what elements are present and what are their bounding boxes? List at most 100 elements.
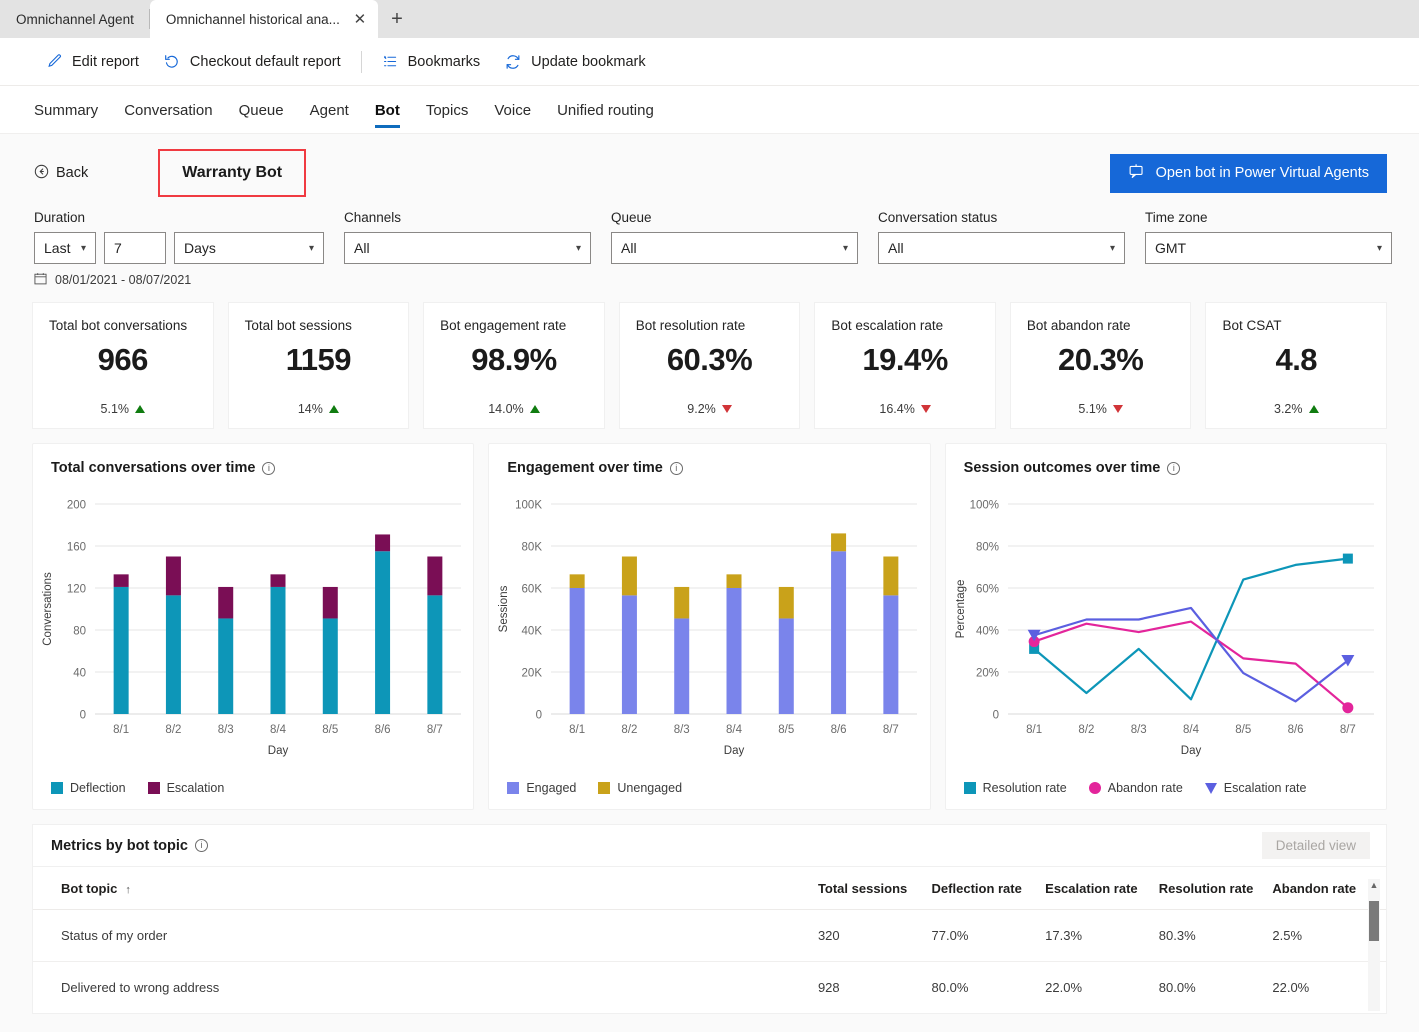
tab-queue[interactable]: Queue bbox=[239, 90, 284, 130]
update-bookmark-button[interactable]: Update bookmark bbox=[492, 47, 657, 77]
column-header-escalation-rate[interactable]: Escalation rate bbox=[1045, 867, 1159, 910]
open-bot-in-power-virtual-agents-button[interactable]: Open bot in Power Virtual Agents bbox=[1109, 153, 1387, 193]
chart-session-outcomes-over-time: Session outcomes over time i 0 20% 40% 60% 8… bbox=[944, 443, 1387, 810]
column-header-total-sessions[interactable]: Total sessions bbox=[817, 867, 932, 910]
chart-row: Total conversations over time i 0 40 80 120… bbox=[0, 429, 1419, 810]
chevron-up-icon[interactable]: ▲ bbox=[1368, 880, 1380, 890]
kpi-title: Bot resolution rate bbox=[635, 318, 746, 333]
svg-text:8/1: 8/1 bbox=[1026, 724, 1042, 736]
plus-icon[interactable]: + bbox=[378, 0, 416, 38]
chart-title: Session outcomes over time i bbox=[964, 460, 1368, 476]
channels-select[interactable]: All ▾ bbox=[344, 232, 591, 264]
svg-text:8/1: 8/1 bbox=[569, 724, 585, 736]
column-label: Bot topic bbox=[61, 881, 118, 896]
column-header-resolution-rate[interactable]: Resolution rate bbox=[1158, 867, 1273, 910]
chat-bot-icon bbox=[1128, 163, 1145, 184]
kpi-title: Bot engagement rate bbox=[440, 318, 567, 333]
time-zone-select[interactable]: GMT ▾ bbox=[1145, 232, 1392, 264]
pencil-icon bbox=[46, 53, 63, 70]
time-zone-value: GMT bbox=[1155, 240, 1187, 256]
legend-swatch bbox=[1204, 782, 1217, 794]
chevron-down-icon: ▾ bbox=[842, 242, 848, 254]
legend-item-escalation[interactable]: Escalation bbox=[147, 781, 225, 795]
browser-tab-historical-analytics[interactable]: Omnichannel historical ana... ✕ bbox=[149, 0, 378, 38]
tab-voice[interactable]: Voice bbox=[494, 90, 531, 130]
page-header-row: Back Warranty Bot Open bot in Power Virt… bbox=[0, 134, 1419, 197]
table-vertical-scrollbar[interactable]: ▲ bbox=[1368, 879, 1380, 1011]
tab-bot[interactable]: Bot bbox=[374, 90, 400, 130]
page-title: Warranty Bot bbox=[182, 164, 283, 181]
edit-report-button[interactable]: Edit report bbox=[34, 47, 151, 76]
svg-text:8/3: 8/3 bbox=[674, 724, 690, 736]
scrollbar-thumb[interactable] bbox=[1369, 901, 1379, 941]
checkout-default-report-button[interactable]: Checkout default report bbox=[151, 47, 353, 77]
kpi-delta: 14% bbox=[298, 402, 339, 416]
legend-label: Escalation bbox=[166, 781, 225, 795]
info-icon[interactable]: i bbox=[194, 839, 208, 852]
legend-swatch bbox=[963, 782, 976, 794]
svg-text:8/5: 8/5 bbox=[1235, 724, 1251, 736]
info-icon[interactable]: i bbox=[1167, 461, 1181, 475]
sort-ascending-icon: ↑ bbox=[125, 884, 131, 896]
duration-operator-value: Last bbox=[44, 240, 71, 256]
legend-label: Resolution rate bbox=[982, 781, 1067, 795]
column-header-bot-topic[interactable]: Bot topic ↑ bbox=[33, 867, 818, 910]
bookmarks-button[interactable]: Bookmarks bbox=[370, 47, 493, 76]
svg-text:20K: 20K bbox=[522, 668, 543, 680]
table-row[interactable]: Status of my order 320 77.0% 17.3% 80.3%… bbox=[33, 909, 1386, 962]
cell-deflection-rate: 80.0% bbox=[931, 961, 1046, 1013]
kpi-delta: 14.0% bbox=[488, 402, 540, 416]
svg-text:Conversations: Conversations bbox=[42, 572, 54, 646]
chart-title-text: Total conversations over time bbox=[51, 460, 256, 476]
tab-unified-routing[interactable]: Unified routing bbox=[557, 90, 654, 130]
svg-text:8/6: 8/6 bbox=[375, 724, 391, 736]
legend-item-resolution-rate[interactable]: Resolution rate bbox=[963, 781, 1067, 795]
conversation-status-select[interactable]: All ▾ bbox=[878, 232, 1125, 264]
svg-text:Day: Day bbox=[268, 745, 289, 757]
chevron-down-icon: ▾ bbox=[1109, 242, 1115, 254]
table-row[interactable]: Delivered to wrong address 928 80.0% 22.… bbox=[33, 961, 1386, 1013]
detailed-view-button[interactable]: Detailed view bbox=[1261, 832, 1370, 859]
time-zone-filter-group: Time zone GMT ▾ bbox=[1145, 210, 1392, 264]
back-link[interactable]: Back bbox=[34, 164, 88, 183]
queue-select[interactable]: All ▾ bbox=[611, 232, 858, 264]
duration-unit-select[interactable]: Days ▾ bbox=[174, 232, 324, 264]
info-icon[interactable]: i bbox=[262, 461, 276, 475]
tab-agent[interactable]: Agent bbox=[310, 90, 349, 130]
back-circle-icon bbox=[34, 164, 49, 183]
legend-item-escalation-rate[interactable]: Escalation rate bbox=[1204, 781, 1306, 795]
table-header-row: Bot topic ↑ Total sessions Deflection rat… bbox=[33, 867, 1386, 910]
tab-conversation[interactable]: Conversation bbox=[124, 90, 212, 130]
duration-amount-input[interactable]: 7 bbox=[104, 232, 166, 264]
svg-text:60K: 60K bbox=[522, 584, 543, 596]
legend-item-engaged[interactable]: Engaged bbox=[507, 781, 576, 795]
duration-unit-value: Days bbox=[184, 240, 216, 256]
report-nav-tabs: Summary Conversation Queue Agent Bot Top… bbox=[0, 86, 1419, 134]
column-header-deflection-rate[interactable]: Deflection rate bbox=[931, 867, 1046, 910]
legend-item-deflection[interactable]: Deflection bbox=[51, 781, 126, 795]
svg-text:8/5: 8/5 bbox=[322, 724, 338, 736]
metrics-table: Bot topic ↑ Total sessions Deflection rat… bbox=[33, 867, 1386, 1013]
kpi-value: 4.8 bbox=[1275, 342, 1318, 377]
chart-plot-area: 0 40 80 120 160 200 8/1 8/2 8/3 8/4 8/5 8/6 8/7 Day Co… bbox=[33, 486, 473, 768]
info-icon[interactable]: i bbox=[669, 461, 683, 475]
svg-text:80: 80 bbox=[73, 626, 86, 638]
tab-summary[interactable]: Summary bbox=[34, 90, 98, 130]
close-icon[interactable]: ✕ bbox=[350, 9, 370, 29]
tab-topics[interactable]: Topics bbox=[426, 90, 469, 130]
svg-text:8/3: 8/3 bbox=[218, 724, 234, 736]
legend-swatch bbox=[1088, 782, 1101, 794]
svg-text:200: 200 bbox=[67, 500, 86, 512]
kpi-title: Bot escalation rate bbox=[831, 318, 944, 333]
legend-item-unengaged[interactable]: Unengaged bbox=[598, 781, 682, 795]
browser-tab-omnichannel-agent[interactable]: Omnichannel Agent bbox=[0, 0, 150, 38]
kpi-delta: 5.1% bbox=[101, 402, 146, 416]
svg-text:8/6: 8/6 bbox=[831, 724, 847, 736]
kpi-title: Total bot sessions bbox=[244, 318, 352, 333]
legend-label: Engaged bbox=[526, 781, 577, 795]
table-title: Metrics by bot topic i bbox=[51, 838, 208, 854]
legend-swatch bbox=[507, 782, 520, 794]
duration-operator-select[interactable]: Last ▾ bbox=[34, 232, 96, 264]
table-title-text: Metrics by bot topic bbox=[51, 837, 188, 854]
legend-item-abandon-rate[interactable]: Abandon rate bbox=[1088, 781, 1183, 795]
